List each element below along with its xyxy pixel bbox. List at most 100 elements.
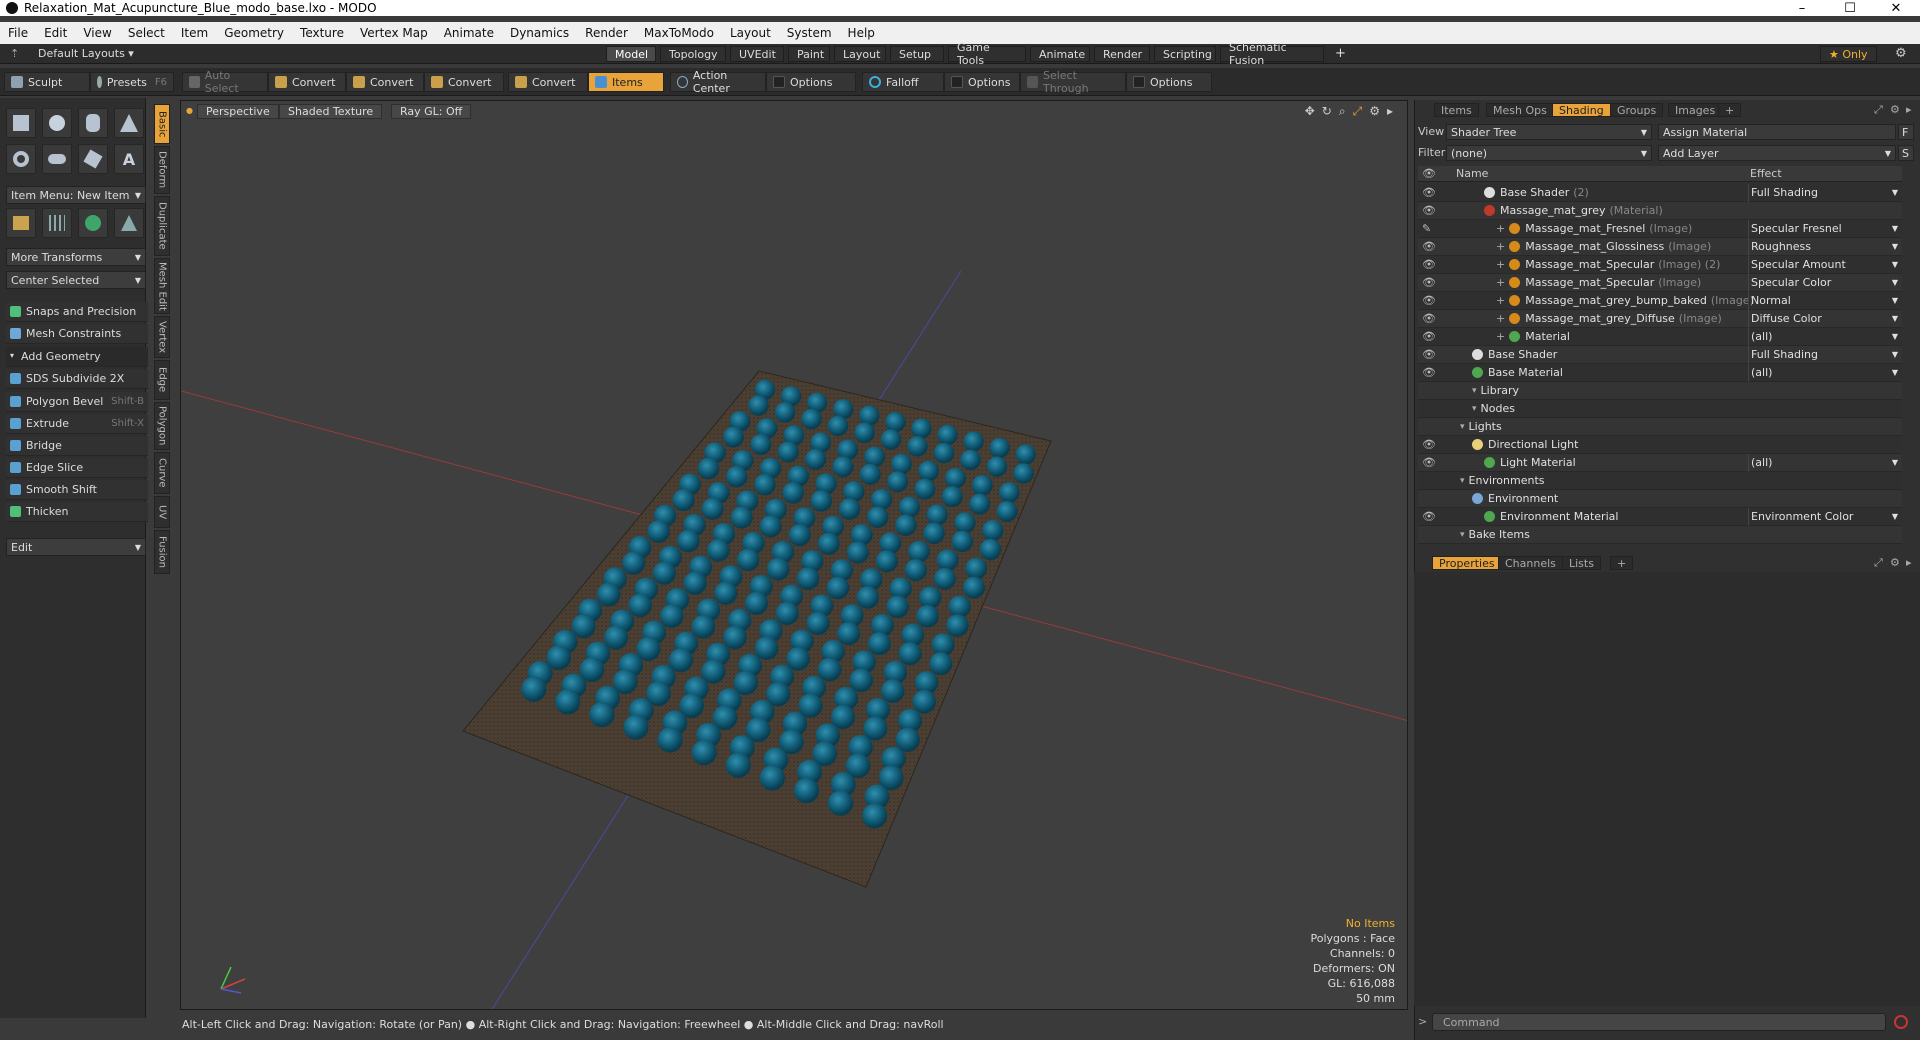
- falloff-button[interactable]: Falloff: [862, 72, 944, 92]
- edit-dropdown[interactable]: Edit ▼: [6, 538, 146, 556]
- menu-item-animate[interactable]: Animate: [436, 26, 502, 40]
- sphere-primitive-icon[interactable]: [42, 108, 72, 138]
- properties-tab-properties[interactable]: Properties: [1432, 556, 1502, 570]
- shader-tree-row[interactable]: 👁 Base Material (all) ▼: [1418, 363, 1902, 382]
- capsule-primitive-icon[interactable]: [42, 144, 72, 174]
- expand-icon[interactable]: +: [1496, 276, 1505, 289]
- assign-material-button[interactable]: Assign Material: [1658, 124, 1896, 140]
- side-tab-mesh-edit[interactable]: Mesh Edit: [154, 258, 170, 314]
- torus-primitive-icon[interactable]: [6, 144, 36, 174]
- command-input[interactable]: Command: [1432, 1013, 1886, 1031]
- menu-item-item[interactable]: Item: [173, 26, 216, 40]
- shader-tree-row[interactable]: ▾ Nodes: [1418, 400, 1902, 418]
- add-layer-dropdown[interactable]: Add Layer ▼: [1658, 145, 1896, 161]
- layout-tab-animate[interactable]: Animate: [1030, 46, 1090, 62]
- visibility-eye-icon[interactable]: 👁: [1422, 186, 1436, 199]
- menu-item-texture[interactable]: Texture: [292, 26, 352, 40]
- shader-tree-row[interactable]: ▾ Library: [1418, 382, 1902, 400]
- shader-tree-row[interactable]: 👁 + Massage_mat_grey_bump_baked (Image) Norm…: [1418, 291, 1902, 310]
- options-checkbox[interactable]: [773, 76, 785, 88]
- action-center-options-button[interactable]: Options: [766, 72, 856, 92]
- properties-tab-channels[interactable]: Channels: [1498, 556, 1563, 570]
- shader-tree-row[interactable]: 👁 Massage_mat_grey (Material): [1418, 202, 1902, 220]
- group-toggle-icon[interactable]: ▾: [1460, 530, 1465, 540]
- select-through-button[interactable]: Select Through: [1020, 69, 1126, 95]
- layer-effect-dropdown[interactable]: Diffuse Color ▼: [1748, 309, 1902, 328]
- add-panel-tab-button[interactable]: +: [1718, 103, 1742, 117]
- tool-edge-slice[interactable]: Edge Slice: [6, 458, 148, 478]
- select-through-options-button[interactable]: Options: [1126, 72, 1212, 92]
- minimize-button[interactable]: –: [1780, 0, 1824, 16]
- shader-tree-row[interactable]: ▾ Lights: [1418, 418, 1902, 436]
- item-menu-dropdown[interactable]: Item Menu: New Item ▼: [6, 186, 146, 204]
- layer-effect-dropdown[interactable]: Full Shading ▼: [1748, 183, 1902, 202]
- visibility-eye-icon[interactable]: 👁: [1422, 312, 1436, 325]
- center-selected-dropdown[interactable]: Center Selected ▼: [6, 271, 146, 289]
- side-tab-basic[interactable]: Basic: [154, 104, 170, 144]
- filter-dropdown[interactable]: (none) ▼: [1446, 145, 1652, 161]
- visibility-eye-icon[interactable]: 👁: [1422, 510, 1436, 523]
- layout-up-icon[interactable]: ⇡: [10, 47, 19, 60]
- add-layout-tab-button[interactable]: +: [1335, 46, 1346, 61]
- auto-select-button[interactable]: Auto Select: [182, 69, 268, 95]
- menu-item-maxtomodo[interactable]: MaxToModo: [636, 26, 722, 40]
- group-toggle-icon[interactable]: ▾: [1460, 422, 1465, 432]
- layer-effect-dropdown[interactable]: Normal ▼: [1748, 291, 1902, 310]
- properties-gear-icon[interactable]: ⚙: [1890, 556, 1900, 569]
- shader-tree-row[interactable]: 👁 Light Material (all) ▼: [1418, 453, 1902, 472]
- shader-tree-row[interactable]: Environment: [1418, 490, 1902, 508]
- tool-extrude[interactable]: Extrude Shift-X: [6, 414, 148, 434]
- add-properties-tab-button[interactable]: +: [1610, 556, 1634, 570]
- layout-tab-schematic-fusion[interactable]: Schematic Fusion: [1220, 41, 1324, 67]
- shader-tree-row[interactable]: 👁 Base Shader Full Shading ▼: [1418, 345, 1902, 364]
- expand-icon[interactable]: +: [1496, 222, 1505, 235]
- group-toggle-icon[interactable]: ▾: [1472, 386, 1477, 396]
- layout-tab-render[interactable]: Render: [1094, 46, 1150, 62]
- visibility-eye-icon[interactable]: 👁: [1422, 276, 1436, 289]
- transform-icon[interactable]: [6, 208, 36, 238]
- default-layouts-dropdown[interactable]: Default Layouts ▾: [38, 47, 134, 60]
- pen-tool-icon[interactable]: [78, 144, 108, 174]
- expand-icon[interactable]: +: [1496, 294, 1505, 307]
- layout-tab-layout[interactable]: Layout: [834, 46, 886, 62]
- text-tool-icon[interactable]: A: [114, 144, 144, 174]
- visibility-eye-icon[interactable]: 👁: [1422, 294, 1436, 307]
- effect-column-header[interactable]: Effect: [1750, 167, 1782, 180]
- shader-tree-row[interactable]: 👁 + Material (all) ▼: [1418, 327, 1902, 346]
- gear-icon[interactable]: ⚙: [1895, 46, 1907, 61]
- shader-tree-row[interactable]: ✎ + Massage_mat_Fresnel (Image) Specular Fre…: [1418, 219, 1902, 238]
- tool-sds-subdivide-2x[interactable]: SDS Subdivide 2X: [6, 369, 148, 389]
- layer-effect-dropdown[interactable]: (all) ▼: [1748, 453, 1902, 472]
- convert-button-4[interactable]: Convert: [508, 72, 588, 92]
- shader-tree-row[interactable]: 👁 Directional Light: [1418, 436, 1902, 454]
- side-tab-uv[interactable]: UV: [154, 496, 170, 528]
- shader-tree-row[interactable]: 👁 Base Shader (2) Full Shading ▼: [1418, 183, 1902, 202]
- sculpt-button[interactable]: Sculpt: [4, 72, 90, 92]
- convert-button-3[interactable]: Convert: [424, 72, 504, 92]
- layout-tab-topology[interactable]: Topology: [660, 46, 726, 62]
- shader-tree-row[interactable]: 👁 + Massage_mat_Specular (Image) Specular Co…: [1418, 273, 1902, 292]
- properties-menu-icon[interactable]: ▸: [1906, 556, 1912, 569]
- panel-tab-images[interactable]: Images: [1668, 103, 1723, 117]
- group-toggle-icon[interactable]: ▾: [1472, 404, 1477, 414]
- tool-thicken[interactable]: Thicken: [6, 502, 148, 522]
- side-tab-edge[interactable]: Edge: [154, 360, 170, 400]
- side-tab-duplicate[interactable]: Duplicate: [154, 196, 170, 256]
- tool-snaps-and-precision[interactable]: Snaps and Precision: [6, 302, 148, 322]
- panel-tab-mesh-ops[interactable]: Mesh Ops: [1486, 103, 1554, 117]
- menu-item-dynamics[interactable]: Dynamics: [502, 26, 577, 40]
- layer-effect-dropdown[interactable]: Roughness ▼: [1748, 237, 1902, 256]
- panel-tab-groups[interactable]: Groups: [1610, 103, 1664, 117]
- panel-gear-icon[interactable]: ⚙: [1890, 103, 1900, 116]
- falloff-options-button[interactable]: Options: [944, 72, 1020, 92]
- layer-effect-dropdown[interactable]: Specular Color ▼: [1748, 273, 1902, 292]
- menu-item-view[interactable]: View: [75, 26, 119, 40]
- visibility-eye-icon[interactable]: 👁: [1422, 348, 1436, 361]
- layout-tab-uvedit[interactable]: UVEdit: [730, 46, 784, 62]
- cone-primitive-icon[interactable]: [114, 108, 144, 138]
- layer-effect-dropdown[interactable]: (all) ▼: [1748, 327, 1902, 346]
- side-tab-fusion[interactable]: Fusion: [154, 530, 170, 574]
- menu-item-file[interactable]: File: [0, 26, 36, 40]
- tool-bridge[interactable]: Bridge: [6, 436, 148, 456]
- options-checkbox[interactable]: [1133, 76, 1145, 88]
